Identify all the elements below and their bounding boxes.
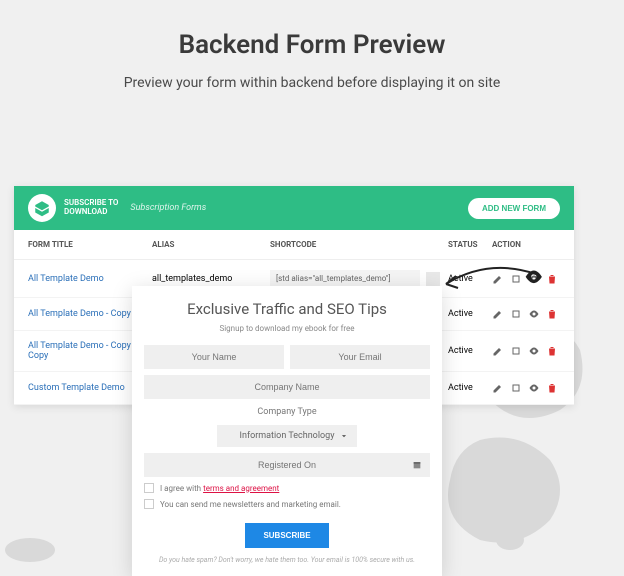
email-input[interactable] — [290, 345, 430, 369]
col-header-status: STATUS — [448, 240, 492, 249]
delete-icon[interactable] — [546, 382, 558, 394]
preview-form-modal: Exclusive Traffic and SEO Tips Signup to… — [132, 286, 442, 576]
page-subtitle: Preview your form within backend before … — [0, 74, 624, 94]
company-type-label: Company Type — [144, 405, 430, 419]
shortcode-field[interactable]: [std alias="all_templates_demo"] — [270, 270, 420, 287]
preview-icon[interactable] — [528, 308, 540, 320]
col-header-alias: ALIAS — [152, 240, 270, 249]
company-type-select[interactable]: Information Technology — [217, 425, 357, 447]
delete-icon[interactable] — [546, 345, 558, 357]
subscribe-button[interactable]: SUBSCRIBE — [245, 523, 328, 548]
form-heading: Exclusive Traffic and SEO Tips — [144, 300, 430, 318]
logo-text: SUBSCRIBE TO DOWNLOAD — [64, 199, 118, 217]
col-header-shortcode: SHORTCODE — [270, 240, 448, 249]
company-input[interactable] — [144, 375, 430, 399]
form-alias: all_templates_demo — [152, 274, 270, 284]
form-footer-note: Do you hate spam? Don't worry, we hate t… — [144, 556, 430, 564]
header-subtitle: Subscription Forms — [130, 203, 206, 213]
status-label: Active — [448, 309, 492, 319]
form-subheading: Signup to download my ebook for free — [144, 324, 430, 333]
status-label: Active — [448, 383, 492, 393]
admin-header: SUBSCRIBE TO DOWNLOAD Subscription Forms… — [14, 186, 574, 230]
edit-icon[interactable] — [492, 308, 504, 320]
col-header-title: FORM TITLE — [28, 240, 152, 249]
page-title: Backend Form Preview — [0, 30, 624, 60]
pointer-arrow — [438, 256, 548, 296]
col-header-action: ACTION — [492, 240, 560, 249]
preview-icon[interactable] — [528, 382, 540, 394]
form-title-link[interactable]: All Template Demo — [28, 274, 152, 284]
logo-icon — [28, 194, 56, 222]
add-new-form-button[interactable]: ADD NEW FORM — [468, 198, 560, 219]
terms-link[interactable]: terms and agreement — [203, 484, 279, 493]
registered-on-input[interactable] — [144, 453, 430, 477]
terms-checkbox[interactable] — [144, 483, 154, 493]
name-input[interactable] — [144, 345, 284, 369]
duplicate-icon[interactable] — [510, 382, 522, 394]
newsletter-label: You can send me newsletters and marketin… — [160, 500, 341, 509]
edit-icon[interactable] — [492, 382, 504, 394]
newsletter-checkbox[interactable] — [144, 499, 154, 509]
duplicate-icon[interactable] — [510, 308, 522, 320]
chevron-down-icon — [339, 431, 349, 441]
calendar-icon — [412, 460, 422, 470]
edit-icon[interactable] — [492, 345, 504, 357]
preview-icon[interactable] — [528, 345, 540, 357]
status-label: Active — [448, 346, 492, 356]
duplicate-icon[interactable] — [510, 345, 522, 357]
delete-icon[interactable] — [546, 308, 558, 320]
